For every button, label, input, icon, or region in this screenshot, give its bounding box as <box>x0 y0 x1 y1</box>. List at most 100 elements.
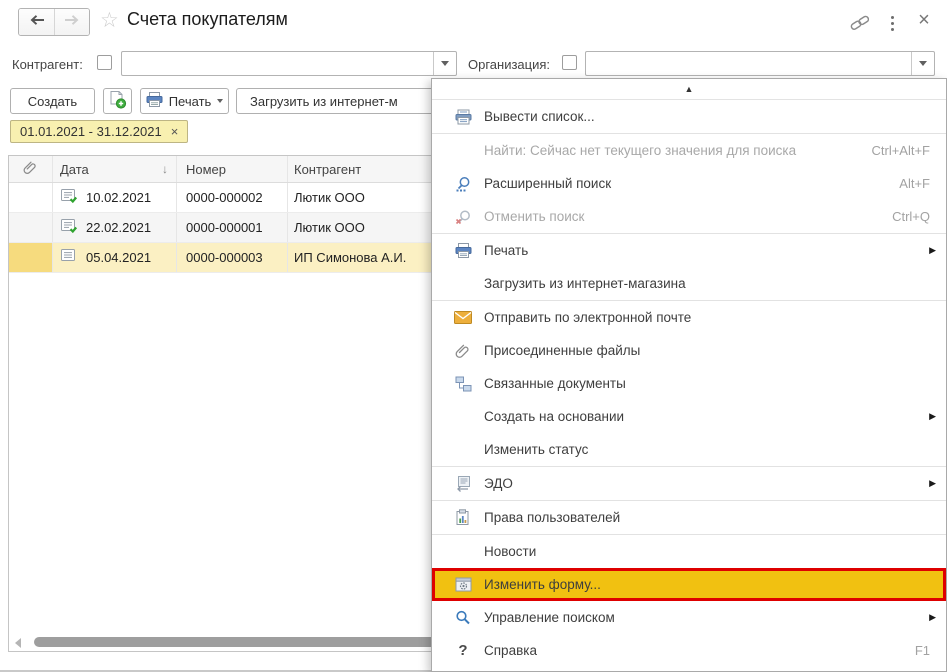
period-filter-tag[interactable]: 01.01.2021 - 31.12.2021 × <box>10 120 188 143</box>
menu-item-change-status[interactable]: Изменить статус <box>432 433 946 466</box>
period-filter-text: 01.01.2021 - 31.12.2021 <box>20 124 162 139</box>
chain-link-icon[interactable] <box>849 12 871 34</box>
load-from-online-store-button[interactable]: Загрузить из интернет-м <box>236 88 460 114</box>
print-list-icon <box>452 109 474 125</box>
scroll-left-icon[interactable] <box>15 638 21 648</box>
close-icon[interactable]: × <box>913 9 935 31</box>
menu-item-advanced-search[interactable]: Расширенный поискAlt+F <box>432 167 946 200</box>
menu-item-shortcut: Alt+F <box>899 176 930 191</box>
date-cell: 22.02.2021 <box>53 213 177 242</box>
menu-item-label: Создать на основании <box>484 409 929 424</box>
kontragent-filter-label: Контрагент: <box>12 57 83 72</box>
menu-item-search-management[interactable]: Управление поиском▶ <box>432 601 946 634</box>
chevron-down-icon <box>441 61 449 66</box>
create-button[interactable]: Создать <box>10 88 95 114</box>
number-cell: 0000-000003 <box>177 243 288 272</box>
cancel-search-icon <box>452 209 474 225</box>
menu-item-load-from-online-store[interactable]: Загрузить из интернет-магазина <box>432 267 946 300</box>
help-icon: ? <box>452 642 474 659</box>
menu-item-shortcut: Ctrl+Alt+F <box>871 143 930 158</box>
forward-button[interactable] <box>54 9 89 35</box>
chevron-down-icon <box>919 61 927 66</box>
document-icon <box>60 248 78 267</box>
menu-item-label: Присоединенные файлы <box>484 343 946 358</box>
page-title: Счета покупателям <box>127 9 288 30</box>
menu-item-label: Изменить статус <box>484 442 946 457</box>
document-posted-icon <box>60 188 78 207</box>
attach-cell <box>9 183 53 212</box>
submenu-arrow-icon: ▶ <box>929 612 936 623</box>
menu-item-label: Права пользователей <box>484 510 946 525</box>
submenu-arrow-icon: ▶ <box>929 411 936 422</box>
date-cell: 10.02.2021 <box>53 183 177 212</box>
menu-item-label: Новости <box>484 544 946 559</box>
menu-scroll-up[interactable]: ▲ <box>432 79 946 100</box>
star-icon[interactable]: ☆ <box>100 8 119 33</box>
print-button-label: Печать <box>169 94 212 109</box>
kebab-menu-icon[interactable] <box>881 12 903 34</box>
back-arrow-icon <box>29 13 45 31</box>
remove-filter-icon[interactable]: × <box>171 124 179 139</box>
menu-item-label: Отменить поиск <box>484 209 892 224</box>
chevron-down-icon <box>217 99 223 103</box>
menu-item-print[interactable]: Печать▶ <box>432 234 946 267</box>
print-button[interactable]: Печать <box>140 88 229 114</box>
menu-item-label: Печать <box>484 243 929 258</box>
menu-item-linked-documents[interactable]: Связанные документы <box>432 367 946 400</box>
document-posted-icon <box>60 218 78 237</box>
menu-item-shortcut: Ctrl+Q <box>892 209 930 224</box>
create-copy-button[interactable] <box>103 88 132 114</box>
submenu-arrow-icon: ▶ <box>929 245 936 256</box>
forward-arrow-icon <box>64 13 80 31</box>
kontragent-dropdown-button[interactable] <box>433 52 456 75</box>
attach-cell <box>9 213 53 242</box>
attach-cell <box>9 243 53 272</box>
menu-item-attached-files[interactable]: Присоединенные файлы <box>432 334 946 367</box>
date-column-header[interactable]: Дата ↓ <box>53 156 177 182</box>
edit-form-icon <box>452 577 474 592</box>
menu-item-news[interactable]: Новости <box>432 535 946 568</box>
edo-icon <box>452 476 474 492</box>
menu-item-cancel-search: Отменить поискCtrl+Q <box>432 200 946 233</box>
number-column-header[interactable]: Номер <box>177 156 288 182</box>
kontragent-filter-checkbox[interactable] <box>97 55 112 70</box>
organization-dropdown-button[interactable] <box>911 52 934 75</box>
paperclip-icon <box>23 160 38 178</box>
menu-item-find-status: Найти: Сейчас нет текущего значения для … <box>432 134 946 167</box>
linked-docs-icon <box>452 376 474 392</box>
menu-item-label: ЭДО <box>484 476 929 491</box>
attach-column-header[interactable] <box>9 156 53 182</box>
nav-button-group <box>18 8 90 36</box>
menu-item-label: Расширенный поиск <box>484 176 899 191</box>
menu-item-label: Справка <box>484 643 915 658</box>
back-button[interactable] <box>19 9 54 35</box>
menu-item-send-by-email[interactable]: Отправить по электронной почте <box>432 301 946 334</box>
menu-item-edo[interactable]: ЭДО▶ <box>432 467 946 500</box>
user-rights-icon <box>452 509 474 526</box>
advanced-search-icon <box>452 176 474 192</box>
sort-descending-icon: ↓ <box>162 162 168 176</box>
organization-filter-input[interactable] <box>585 51 935 76</box>
kontragent-filter-input[interactable] <box>121 51 457 76</box>
menu-item-shortcut: F1 <box>915 643 930 658</box>
date-value: 05.04.2021 <box>86 250 151 265</box>
menu-item-help[interactable]: ? СправкаF1 <box>432 634 946 667</box>
document-add-icon <box>108 90 127 112</box>
search-manage-icon <box>452 610 474 626</box>
scroll-up-icon: ▲ <box>685 84 694 94</box>
menu-item-label: Связанные документы <box>484 376 946 391</box>
organization-filter-label: Организация: <box>468 57 550 72</box>
menu-item-label: Отправить по электронной почте <box>484 310 946 325</box>
printer-icon <box>452 243 474 258</box>
menu-item-label: Вывести список... <box>484 109 946 124</box>
menu-item-label: Изменить форму... <box>484 577 943 592</box>
menu-item-label: Управление поиском <box>484 610 929 625</box>
number-cell: 0000-000002 <box>177 183 288 212</box>
organization-filter-checkbox[interactable] <box>562 55 577 70</box>
menu-item-user-rights[interactable]: Права пользователей <box>432 501 946 534</box>
menu-item-edit-form[interactable]: Изменить форму... <box>432 568 946 601</box>
menu-item-show-list[interactable]: Вывести список... <box>432 100 946 133</box>
menu-item-create-based-on[interactable]: Создать на основании▶ <box>432 400 946 433</box>
number-cell: 0000-000001 <box>177 213 288 242</box>
menu-item-label: Загрузить из интернет-магазина <box>484 276 946 291</box>
